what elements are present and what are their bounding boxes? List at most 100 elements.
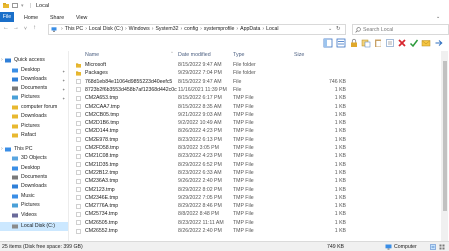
vertical-scrollbar[interactable] [441, 51, 448, 241]
toolbar [0, 35, 449, 51]
tab-view[interactable]: View [73, 14, 90, 22]
table-row[interactable]: CM2776A.tmp 8/29/2022 8:46 PM TMP File 1 KB [70, 202, 440, 210]
nav-item-label: 3D Objects [21, 155, 47, 161]
search-box[interactable]: Search Local [352, 24, 449, 35]
expand-chevron-icon[interactable]: › [1, 145, 3, 154]
breadcrumb-item[interactable]: Local Disk (C:) [89, 26, 123, 32]
expand-ribbon-chevron-icon[interactable]: ⌄ [436, 14, 440, 20]
address-dropdown-chevron-icon[interactable]: ⌄ [328, 26, 332, 32]
quick-access-toolbar-icon[interactable] [12, 3, 18, 8]
breadcrumb-item[interactable]: AppData [240, 26, 260, 32]
table-row[interactable]: CM26505.tmp 8/23/2022 11:11 AM TMP File 1 K… [70, 219, 440, 227]
breadcrumb-item[interactable]: System32 [155, 26, 178, 32]
cell-type: TMP File [233, 128, 254, 135]
table-row[interactable]: CM25734.tmp 8/8/2022 8:48 PM TMP File 1 KB [70, 210, 440, 218]
sort-caret-icon: ^ [171, 50, 173, 55]
large-icons-view-toggle-icon[interactable] [439, 244, 445, 250]
table-row[interactable]: Microsoft 8/15/2022 9:47 AM File folder [70, 61, 440, 69]
nav-item[interactable]: computer forum [0, 103, 68, 112]
lock-icon[interactable] [349, 38, 359, 48]
layout-icon[interactable] [323, 38, 333, 48]
nav-item[interactable]: Music [0, 192, 68, 201]
cell-type: TMP File [233, 211, 254, 218]
cell-name: Microsoft [85, 62, 107, 68]
delete-icon[interactable] [397, 38, 407, 48]
scrollbar-thumb[interactable] [442, 61, 447, 211]
table-row[interactable]: CM22B12.tmp 8/23/2022 6:33 AM TMP File 1 KB [70, 169, 440, 177]
column-header-type[interactable]: Type [233, 51, 244, 60]
table-row[interactable]: CM21D35.tmp 8/29/2022 6:52 PM TMP File 1 KB [70, 161, 440, 169]
nav-item[interactable]: This PC › [0, 145, 68, 154]
recent-locations-button[interactable]: ˅ [24, 26, 27, 32]
refresh-icon[interactable]: ↻ [336, 26, 341, 32]
cell-size: 1 KB [334, 128, 346, 135]
tab-share[interactable]: Share [47, 14, 67, 22]
breadcrumb-item[interactable]: Windows [129, 26, 150, 32]
nav-item[interactable]: Desktop [0, 164, 68, 173]
up-button[interactable]: ↑ [33, 25, 36, 31]
details-view-toggle-icon[interactable] [430, 243, 436, 250]
nav-item-label: Downloads [21, 183, 47, 189]
table-row[interactable]: Packages 9/29/2022 7:04 PM File folder [70, 69, 440, 77]
table-row[interactable]: CM2CB05.tmp 9/21/2022 9:03 AM TMP File 1 KB [70, 111, 440, 119]
breadcrumb-item[interactable]: systemprofile [204, 26, 235, 32]
table-row[interactable]: CM2D1B6.tmp 9/2/2022 10:49 AM TMP File 1 KB [70, 119, 440, 127]
cell-size: 1 KB [334, 136, 346, 143]
nav-item[interactable]: Downloads ✦ [0, 75, 68, 84]
search-input[interactable]: Search Local [363, 27, 393, 33]
nav-item-label: Desktop [21, 165, 41, 171]
nav-item[interactable]: Pictures [0, 122, 68, 131]
table-row[interactable]: CM2D144.tmp 8/26/2022 4:23 PM TMP File 1 KB [70, 127, 440, 135]
checkmark-icon[interactable] [409, 38, 419, 48]
nav-item[interactable]: Pictures ✦ [0, 93, 68, 102]
table-row[interactable]: CM2CAA7.tmp 8/15/2022 8:35 AM TMP File 1 KB [70, 103, 440, 111]
documents-icon [12, 86, 18, 91]
nav-item[interactable]: Rafact [0, 131, 68, 140]
nav-item[interactable]: Downloads [0, 182, 68, 191]
table-row[interactable]: CM2346E.tmp 9/29/2022 7:05 PM TMP File 1 KB [70, 194, 440, 202]
nav-item[interactable]: Videos [0, 211, 68, 220]
table-row[interactable]: 768d1eb84e11064d9855223d40eefc5 8/15/2022… [70, 78, 440, 86]
back-button[interactable]: ← [3, 25, 9, 31]
item-count: 25 items (Disk free space: 399 GB) [2, 243, 83, 250]
table-row[interactable]: CM26552.tmp 8/26/2022 2:40 PM TMP File 1 KB [70, 227, 440, 235]
nav-item-label: Pictures [21, 94, 40, 100]
expand-chevron-icon[interactable]: › [1, 56, 3, 65]
nav-item[interactable]: Local Disk (C:) [0, 222, 68, 231]
nav-item[interactable]: Quick access › [0, 56, 68, 65]
tab-home[interactable]: Home [21, 14, 41, 22]
breadcrumb-item[interactable]: config [184, 26, 198, 32]
nav-item[interactable]: Pictures [0, 201, 68, 210]
table-row[interactable]: CM2A653.tmp 8/15/2022 6:17 PM TMP File 1 KB [70, 94, 440, 102]
mail-icon[interactable] [421, 38, 431, 48]
properties-icon[interactable] [385, 38, 395, 48]
address-bar[interactable]: › This PC › Local Disk (C:) › Windows › System3… [48, 24, 346, 35]
column-header-date[interactable]: Date modified [178, 51, 211, 60]
tab-file[interactable]: File [0, 12, 14, 22]
forward-button[interactable]: → [13, 25, 19, 31]
cell-name: CM26552.tmp [85, 228, 118, 234]
column-header-size[interactable]: Size [294, 51, 304, 60]
breadcrumb-item[interactable]: This PC [65, 26, 83, 32]
nav-item[interactable]: 3D Objects [0, 154, 68, 163]
cell-name: CM2D144.tmp [85, 128, 119, 135]
table-row[interactable]: CM2FD58.tmp 8/3/2022 3:05 PM TMP File 1 KB [70, 144, 440, 152]
column-header-name[interactable]: Name [85, 51, 99, 60]
paste-icon[interactable] [373, 38, 383, 48]
copy-to-icon[interactable] [361, 38, 371, 48]
table-row[interactable]: 8723b2f6b3553d458b7af12368d442c0c 11/16/2… [70, 86, 440, 94]
details-view-icon[interactable] [336, 38, 346, 48]
table-row[interactable]: CM236A3.tmp 9/26/2022 2:40 PM TMP File 1 KB [70, 177, 440, 185]
cell-name: CM2A653.tmp [85, 95, 119, 102]
nav-item[interactable]: Downloads [0, 112, 68, 121]
cell-date: 8/29/2022 6:52 PM [178, 161, 222, 168]
nav-item[interactable]: Desktop ✦ [0, 66, 68, 75]
nav-item[interactable]: Documents ✦ [0, 84, 68, 93]
customize-toolbar-chevron-icon[interactable]: ▾ [21, 3, 24, 9]
table-row[interactable]: CM21C08.tmp 8/23/2022 4:23 PM TMP File 1 KB [70, 152, 440, 160]
forward-arrow-icon[interactable] [434, 38, 444, 48]
nav-item[interactable]: Documents [0, 173, 68, 182]
table-row[interactable]: CM2123.tmp 8/29/2022 8:02 PM TMP File 1 KB [70, 186, 440, 194]
table-row[interactable]: CM2E978.tmp 8/23/2022 6:13 PM TMP File 1 KB [70, 136, 440, 144]
breadcrumb-item[interactable]: Local [266, 26, 278, 32]
